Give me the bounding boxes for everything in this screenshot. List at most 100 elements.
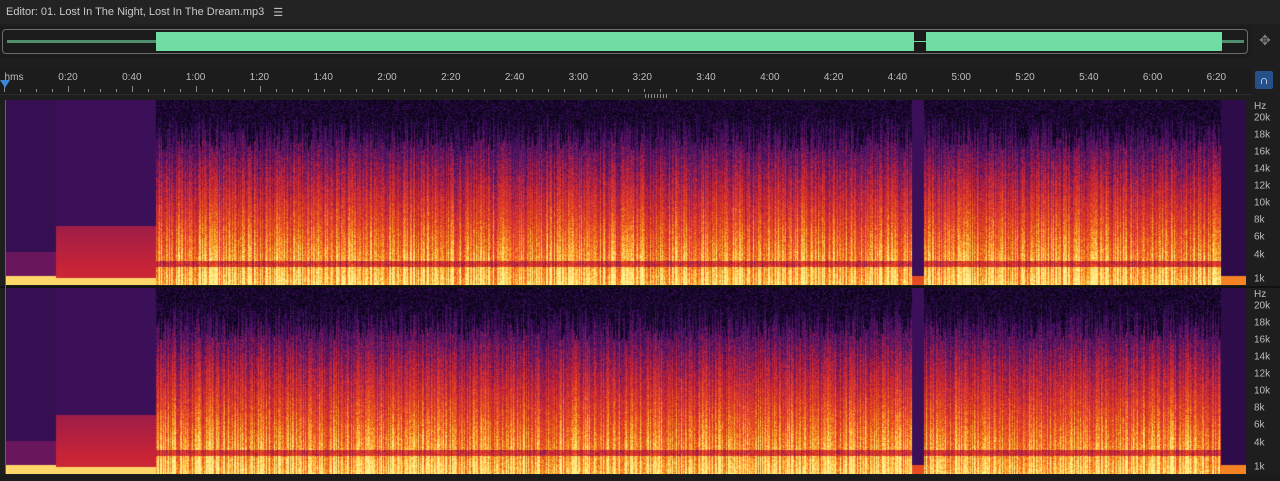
ruler-tick: [964, 89, 965, 92]
ruler-tick: [884, 89, 885, 92]
magnet-snap-icon[interactable]: ∩: [1255, 71, 1273, 89]
ruler-tick: [148, 89, 149, 92]
ruler-tick: [612, 89, 613, 92]
ruler-tick: [404, 89, 405, 92]
frequency-label: 10k: [1254, 197, 1271, 209]
ruler-tick: [532, 89, 533, 92]
ruler-tick: [1204, 89, 1205, 92]
editor-title: Editor: 01. Lost In The Night, Lost In T…: [6, 6, 265, 18]
ruler-tick: [1172, 89, 1173, 92]
ruler-tick: [1236, 89, 1237, 92]
frequency-label: 6k: [1254, 419, 1265, 431]
ruler-time-label: 4:00: [760, 72, 780, 83]
overview-silence-gap: [914, 32, 926, 51]
ruler-tick: [980, 89, 981, 92]
ruler-tick: [468, 89, 469, 92]
ruler-time-label: 2:20: [441, 72, 461, 83]
ruler-tick: [164, 89, 165, 92]
ruler-tick: [132, 86, 133, 92]
overview-quiet-intro: [7, 40, 156, 43]
ruler-tick: [1060, 89, 1061, 92]
ruler-tick: [660, 89, 661, 92]
ruler-tick: [820, 89, 821, 92]
ruler-time-label: 5:40: [1079, 72, 1099, 83]
overview-waveform: [156, 32, 1222, 51]
ruler-tick: [52, 89, 53, 92]
ruler-tick: [500, 89, 501, 92]
frequency-label: 1k: [1254, 273, 1265, 285]
ruler-tick: [836, 89, 837, 92]
ruler-tick: [548, 89, 549, 92]
ruler-tick: [116, 89, 117, 92]
ruler-tick: [596, 89, 597, 92]
frequency-label: 20k: [1254, 300, 1271, 312]
ruler-tick: [676, 89, 677, 92]
ruler-time-label: 1:20: [249, 72, 270, 83]
ruler-tick: [196, 86, 197, 92]
ruler-time-label: 0:20: [58, 72, 78, 83]
spectral-channel-left[interactable]: [6, 100, 1246, 285]
panel-resize-handle[interactable]: [645, 94, 669, 98]
ruler-tick: [20, 89, 21, 92]
ruler-tick: [852, 89, 853, 92]
ruler-tick: [84, 89, 85, 92]
ruler-tick: [948, 89, 949, 92]
hamburger-menu-icon[interactable]: ☰: [273, 6, 283, 19]
ruler-time-label: 3:40: [696, 72, 716, 83]
frequency-label: 12k: [1254, 368, 1271, 380]
ruler-tick: [772, 89, 773, 92]
ruler-tick: [1108, 89, 1109, 92]
frequency-axis-left: Hz 20k 18k 16k 14k 12k 10k 8k 6k 4k 1k: [1248, 100, 1280, 285]
spectral-channel-right[interactable]: [6, 288, 1246, 474]
ruler-time-label: 0:40: [122, 72, 142, 83]
frequency-label: 8k: [1254, 214, 1265, 226]
overview-zoom-region[interactable]: [2, 29, 1248, 54]
ruler-tick: [516, 89, 517, 92]
ruler-tick: [292, 89, 293, 92]
bottom-edge: [0, 475, 1280, 481]
frequency-label: 12k: [1254, 180, 1271, 192]
ruler-tick: [708, 89, 709, 92]
ruler-tick: [724, 89, 725, 92]
ruler-tick: [868, 89, 869, 92]
ruler-time-label: 3:20: [632, 72, 652, 83]
ruler-tick: [1124, 89, 1125, 92]
time-ruler[interactable]: hms 0:20 0:40 1:00 1:20 1:40 2:00 2:20 2:40 3:00…: [0, 68, 1252, 95]
ruler-tick: [932, 89, 933, 92]
ruler-time-label: 4:40: [887, 72, 908, 83]
frequency-label: 16k: [1254, 334, 1271, 346]
ruler-tick: [692, 89, 693, 92]
ruler-time-label: 5:00: [951, 72, 971, 83]
ruler-tick: [1076, 89, 1077, 92]
frequency-label: 14k: [1254, 351, 1271, 363]
ruler-tick: [1220, 89, 1221, 92]
editor-panel-header: Editor: 01. Lost In The Night, Lost In T…: [0, 0, 1280, 24]
ruler-tick: [212, 89, 213, 92]
zoom-navigator-icon[interactable]: ✥: [1257, 32, 1273, 48]
ruler-time-label: 3:00: [568, 72, 589, 83]
ruler-tick: [68, 86, 69, 92]
ruler-tick: [244, 89, 245, 92]
ruler-tick: [628, 89, 629, 92]
ruler-tick: [420, 89, 421, 92]
ruler-time-label: 5:20: [1015, 72, 1035, 83]
ruler-tick: [1156, 89, 1157, 92]
ruler-tick: [804, 89, 805, 92]
frequency-label: 8k: [1254, 402, 1265, 414]
ruler-tick: [1044, 89, 1045, 92]
playhead-marker[interactable]: [0, 80, 10, 88]
ruler-tick: [228, 89, 229, 92]
ruler-time-label: 4:20: [823, 72, 844, 83]
ruler-tick: [1092, 89, 1093, 92]
ruler-time-label: 1:00: [185, 72, 206, 83]
waveform-overview[interactable]: [0, 26, 1252, 58]
ruler-tick: [1188, 89, 1189, 92]
hz-unit-label: Hz: [1254, 101, 1267, 112]
frequency-label: 20k: [1254, 112, 1271, 124]
overview-fade-out: [1222, 40, 1244, 43]
frequency-label: 4k: [1254, 437, 1265, 449]
ruler-time-label: 2:40: [504, 72, 525, 83]
ruler-tick: [180, 89, 181, 92]
ruler-tick: [564, 89, 565, 92]
frequency-label: 16k: [1254, 146, 1271, 158]
